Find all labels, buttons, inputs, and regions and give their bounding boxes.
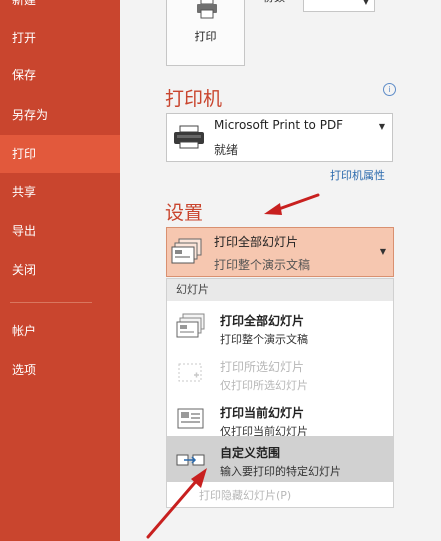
option-title: 自定义范围 — [220, 446, 281, 460]
copies-label: 份数 — [263, 0, 285, 5]
printer-icon — [197, 0, 217, 19]
sidebar-item-new[interactable]: 新建 — [0, 0, 120, 19]
option-title: 打印全部幻灯片 — [220, 314, 305, 328]
print-hidden-slides-option: 打印隐藏幻灯片(P) — [199, 489, 292, 502]
printer-section-title: 打印机 — [165, 88, 223, 110]
sidebar-item-options[interactable]: 选项 — [0, 351, 120, 389]
option-desc: 仅打印所选幻灯片 — [220, 379, 308, 392]
printer-select[interactable]: Microsoft Print to PDF 就绪 ▼ — [166, 113, 393, 162]
sidebar-item-print[interactable]: 打印 — [0, 135, 120, 173]
option-custom-range[interactable]: 自定义范围 输入要打印的特定幻灯片 — [167, 436, 393, 482]
sidebar-divider — [10, 302, 92, 303]
info-icon[interactable]: i — [383, 83, 396, 96]
sidebar-item-share[interactable]: 共享 — [0, 173, 120, 211]
option-title: 打印当前幻灯片 — [220, 406, 305, 420]
slides-range-dropdown: 幻灯片 打印全部幻灯片 打印整个演示文稿 打印所选幻灯片 仅打印所选幻灯片 打印… — [166, 278, 394, 508]
selected-slides-icon — [178, 363, 202, 382]
sidebar-item-save-as[interactable]: 另存为 — [0, 96, 120, 134]
print-button-label: 打印 — [194, 30, 217, 43]
chevron-down-icon[interactable]: ▼ — [380, 247, 386, 256]
printer-properties-link[interactable]: 打印机属性 — [330, 167, 385, 183]
sidebar-item-close[interactable]: 关闭 — [0, 251, 120, 289]
copies-stepper[interactable]: ▼ — [303, 0, 375, 12]
chevron-down-icon[interactable]: ▼ — [363, 0, 369, 6]
sidebar-item-export[interactable]: 导出 — [0, 212, 120, 250]
chevron-down-icon[interactable]: ▼ — [379, 122, 385, 131]
sidebar-item-account[interactable]: 帐户 — [0, 312, 120, 350]
sidebar-item-open[interactable]: 打开 — [0, 19, 120, 57]
slides-range-select[interactable]: 打印全部幻灯片 打印整个演示文稿 ▼ — [166, 227, 394, 277]
settings-section-title: 设置 — [165, 202, 204, 224]
printer-status: 就绪 — [214, 143, 239, 157]
printer-device-icon — [174, 125, 204, 149]
all-slides-icon — [176, 313, 205, 338]
print-pane: 打印 份数 ▼ 打印机 i Microsoft Print to PDF 就绪 … — [120, 0, 441, 541]
custom-range-icon — [176, 454, 205, 466]
printer-name: Microsoft Print to PDF — [214, 118, 344, 132]
all-slides-icon — [171, 238, 202, 264]
print-button[interactable]: 打印 — [166, 0, 245, 66]
selected-range-desc: 打印整个演示文稿 — [214, 258, 311, 272]
current-slide-icon — [177, 408, 204, 429]
sidebar-item-save[interactable]: 保存 — [0, 56, 120, 94]
option-desc: 打印整个演示文稿 — [220, 333, 308, 346]
option-title: 打印所选幻灯片 — [220, 360, 305, 374]
selected-range-title: 打印全部幻灯片 — [214, 235, 299, 249]
option-print-all-slides[interactable]: 打印全部幻灯片 打印整个演示文稿 — [167, 304, 393, 350]
dropdown-header: 幻灯片 — [167, 279, 393, 301]
option-desc: 输入要打印的特定幻灯片 — [220, 465, 341, 478]
option-print-selected-slides: 打印所选幻灯片 仅打印所选幻灯片 — [167, 350, 393, 396]
backstage-sidebar: 新建 打开 保存 另存为 打印 共享 导出 关闭 帐户 选项 — [0, 0, 120, 541]
